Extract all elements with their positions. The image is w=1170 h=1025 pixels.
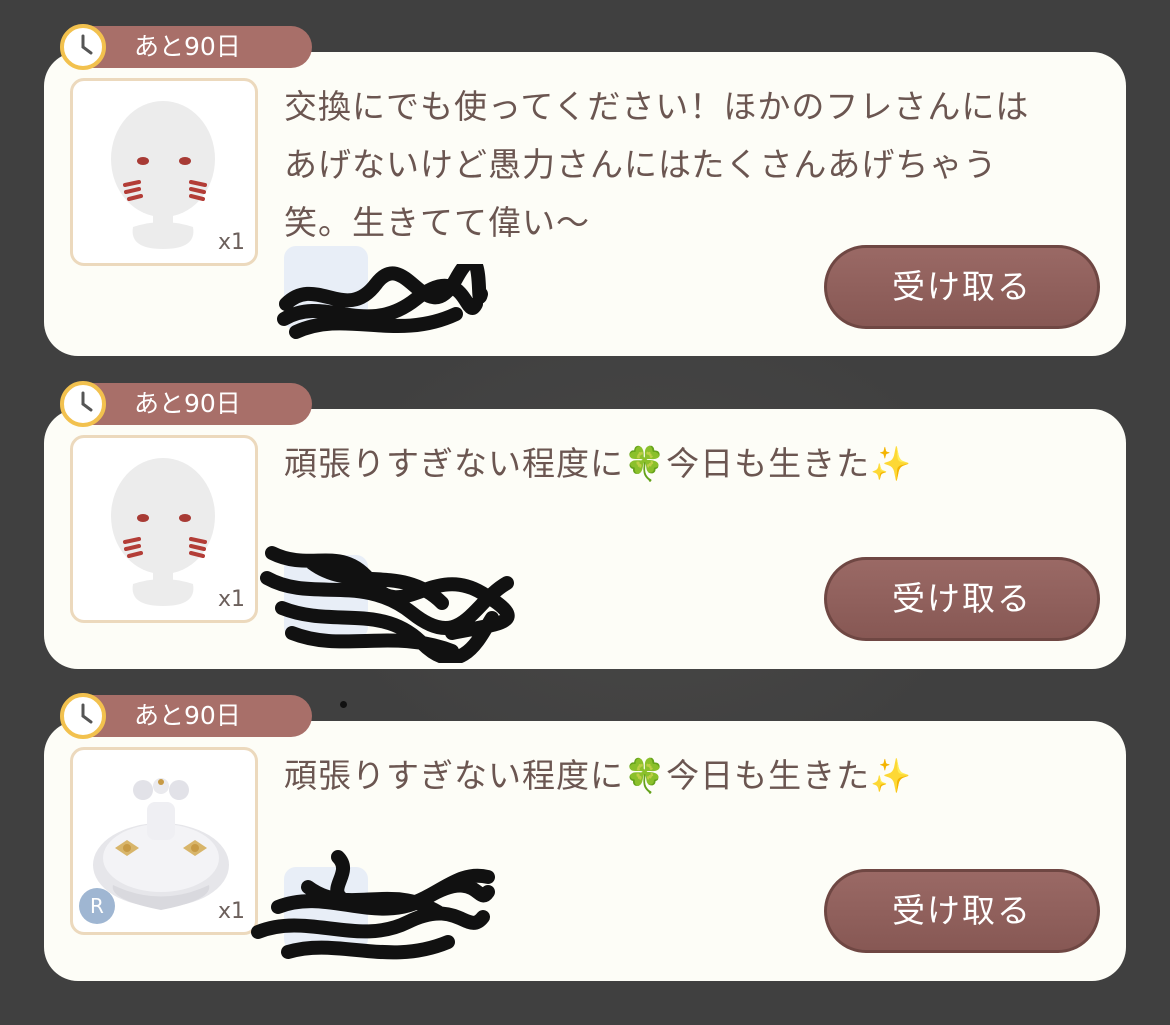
gift-item: あと90日 x1 頑張りすぎない程度に🍀今日も生きた✨ 受け取る [0,381,1170,713]
redaction-scribble [277,264,488,339]
expiry-badge: あと90日 [86,383,312,425]
gift-item: あと90日 R x1 頑張りすぎない程度に🍀今日も生きた✨ 受け取る [0,693,1170,1025]
item-thumbnail[interactable]: R x1 [70,747,258,935]
receive-button[interactable]: 受け取る [824,245,1100,329]
rarity-badge: R [79,888,115,924]
item-quantity: x1 [217,899,245,924]
expiry-text: あと90日 [134,701,241,730]
expiry-text: あと90日 [134,32,241,61]
expiry-badge: あと90日 [86,26,312,68]
item-quantity: x1 [217,230,245,255]
receive-button[interactable]: 受け取る [824,557,1100,641]
gift-item: あと90日 x1 交換にでも使ってください！ほかのフレさんには あげないけど愚力… [0,24,1170,356]
redaction-scribble [260,546,515,663]
item-thumbnail[interactable]: x1 [70,78,258,266]
expiry-text: あと90日 [134,389,241,418]
gift-message: 頑張りすぎない程度に🍀今日も生きた✨ [284,756,913,795]
expiry-badge: あと90日 [86,695,312,737]
clock-icon [60,24,106,70]
clock-icon [60,381,106,427]
item-quantity: x1 [217,587,245,612]
redaction-scribble [251,850,495,960]
item-thumbnail[interactable]: x1 [70,435,258,623]
gift-message: 頑張りすぎない程度に🍀今日も生きた✨ [284,444,913,483]
receive-button[interactable]: 受け取る [824,869,1100,953]
clock-icon [60,693,106,739]
gift-message: 交換にでも使ってください！ほかのフレさんには あげないけど愚力さんにはたくさんあ… [284,87,1030,242]
